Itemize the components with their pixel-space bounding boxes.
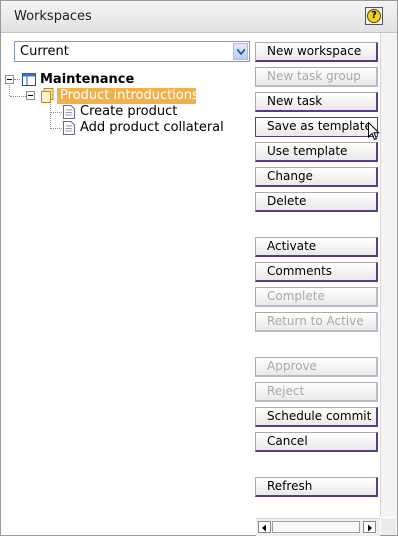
comments-button[interactable]: Comments (255, 262, 378, 282)
collapse-icon[interactable] (26, 91, 35, 100)
tree-task-label: Create product (80, 104, 178, 119)
tree-connector (9, 85, 10, 96)
task-group-icon (41, 88, 54, 103)
schedule-commit-button[interactable]: Schedule commit (255, 407, 378, 427)
reject-button[interactable]: Reject (255, 382, 378, 402)
mouse-cursor-icon (368, 122, 380, 141)
tree-connector (50, 128, 62, 129)
cancel-button[interactable]: Cancel (255, 432, 378, 452)
scroll-right-icon[interactable] (363, 521, 376, 533)
help-button[interactable]: ? (365, 7, 383, 25)
tree-connector (50, 102, 51, 129)
activate-button[interactable]: Activate (255, 237, 378, 257)
task-document-icon (63, 121, 75, 135)
workspace-filter-select[interactable]: Current (14, 41, 250, 62)
tree-task-label: Add product collateral (80, 120, 224, 135)
panel-titlebar: Workspaces ? (1, 1, 397, 33)
workspace-filter-value: Current (20, 44, 69, 59)
new-task-button[interactable]: New task (255, 92, 378, 112)
collapse-icon[interactable] (5, 75, 14, 84)
new-workspace-button[interactable]: New workspace (255, 42, 378, 62)
tree-connector (10, 96, 26, 97)
workspaces-panel: Workspaces ? Current Maintenance Product… (0, 0, 398, 536)
tree-connector (50, 112, 62, 113)
horizontal-scrollbar[interactable] (256, 518, 380, 536)
scroll-thumb[interactable] (272, 521, 360, 533)
scrollbar-corner (381, 518, 396, 535)
scroll-left-icon[interactable] (258, 521, 271, 533)
new-task-group-button[interactable]: New task group (255, 67, 378, 87)
change-button[interactable]: Change (255, 167, 378, 187)
help-icon: ? (367, 9, 381, 23)
panel-title: Workspaces (14, 9, 92, 24)
use-template-button[interactable]: Use template (255, 142, 378, 162)
task-document-icon (63, 105, 75, 119)
workspace-icon (22, 73, 36, 86)
tree-connector (14, 79, 20, 80)
refresh-button[interactable]: Refresh (255, 477, 378, 497)
complete-button[interactable]: Complete (255, 287, 378, 307)
tree-root-label: Maintenance (40, 72, 135, 87)
approve-button[interactable]: Approve (255, 357, 378, 377)
delete-button[interactable]: Delete (255, 192, 378, 212)
return-to-active-button[interactable]: Return to Active (255, 312, 378, 332)
dropdown-arrow-icon[interactable] (233, 43, 248, 60)
vertical-scrollbar[interactable] (380, 33, 397, 517)
tree-group-label: Product introductions (60, 88, 199, 103)
save-as-template-button[interactable]: Save as template (255, 117, 378, 137)
